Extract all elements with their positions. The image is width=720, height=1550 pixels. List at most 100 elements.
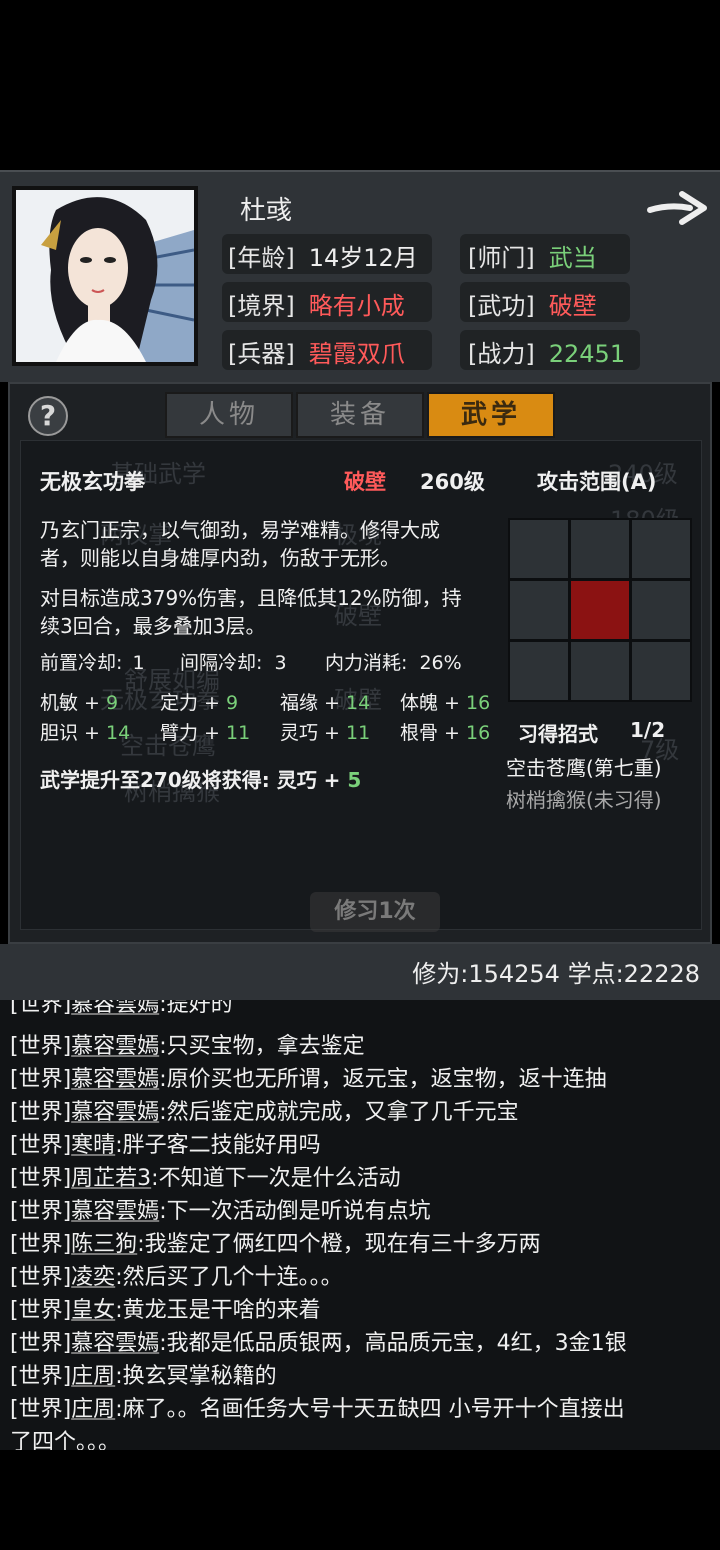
chat-sender[interactable]: 寒晴: [71, 1133, 115, 1158]
chat-message: [世界]凌奕:然后买了几个十连。。。: [10, 1259, 343, 1291]
chat-text: :然后买了几个十连。。。: [115, 1265, 343, 1290]
chat-channel: [世界]: [10, 1000, 72, 1017]
stat-value: 22451: [548, 340, 626, 368]
skill-level: 260级: [420, 470, 485, 494]
stat-value: 碧霞双爪: [308, 340, 405, 368]
attack-range-grid: [508, 518, 692, 702]
attr-value: 14: [346, 692, 371, 714]
chat-message: [世界]慕容雲嫣:下一次活动倒是听说有点坑: [10, 1193, 431, 1225]
cooldown-interval: 间隔冷却: 3: [180, 648, 287, 675]
chat-message: [世界]陈三狗:我鉴定了俩红四个橙，现在有三十多万两: [10, 1226, 541, 1258]
chat-sender[interactable]: 慕容雲嫣: [71, 1034, 159, 1059]
chat-text: :麻了。。名画任务大号十天五缺四 小号开十个直接出: [115, 1397, 625, 1422]
range-cell-target: [571, 581, 629, 639]
chat-sender[interactable]: 慕容雲嫣: [71, 1100, 159, 1125]
upgrade-reward: 武学提升至270级将获得: 灵巧 + 5: [40, 764, 361, 793]
skill-effect-line: 续3回合，最多叠加3层。: [40, 614, 266, 638]
attr-value: 16: [466, 692, 491, 714]
chat-channel: [世界]: [10, 1397, 72, 1422]
stat-sect: [师门] 武当: [468, 238, 597, 273]
chat-sender[interactable]: 慕容雲嫣: [71, 1331, 159, 1356]
stat-label: [师门]: [468, 244, 535, 272]
character-name: 杜彧: [240, 196, 293, 226]
tab-martial-arts[interactable]: 武学: [427, 392, 555, 438]
help-button[interactable]: ?: [28, 396, 68, 436]
chat-text: :换玄冥掌秘籍的: [115, 1364, 277, 1389]
attr-value: 9: [226, 692, 239, 714]
chat-sender[interactable]: 陈三狗: [71, 1232, 137, 1257]
cooldown-pre: 前置冷却: 1: [40, 648, 145, 675]
chat-sender[interactable]: 皇女: [71, 1298, 115, 1323]
range-cell: [510, 581, 568, 639]
attr-name: 胆识: [40, 722, 79, 744]
chat-message: [世界]皇女:黄龙玉是干啥的来着: [10, 1292, 321, 1324]
attr-bonus: 机敏 + 9: [40, 692, 119, 714]
chat-sender[interactable]: 慕容雲嫣: [71, 1000, 159, 1017]
arrow-right-icon[interactable]: [646, 188, 708, 228]
attr-bonus: 定力 + 9: [160, 692, 239, 714]
chat-sender[interactable]: 凌奕: [71, 1265, 115, 1290]
stat-value: 略有小成: [308, 292, 405, 320]
chat-channel: [世界]: [10, 1067, 72, 1092]
chat-sender[interactable]: 庄周: [71, 1364, 115, 1389]
chat-log[interactable]: [世界]慕容雲嫣:提好的 [世界]慕容雲嫣:只买宝物，拿去鉴定 [世界]慕容雲嫣…: [0, 1000, 720, 1450]
chat-text: :原价买也无所谓，返元宝，返宝物，返十连抽: [159, 1067, 607, 1092]
attr-value: 9: [106, 692, 119, 714]
stat-label: [年龄]: [228, 244, 295, 272]
attr-name: 定力: [160, 692, 199, 714]
attr-name: 体魄: [400, 692, 439, 714]
chat-channel: [世界]: [10, 1034, 72, 1059]
stat-value: 破壁: [548, 292, 597, 320]
range-cell: [632, 520, 690, 578]
upgrade-reward-text: 武学提升至270级将获得: 灵巧 +: [40, 768, 348, 792]
range-cell: [510, 520, 568, 578]
attr-name: 灵巧: [280, 722, 319, 744]
attr-value: 16: [466, 722, 491, 744]
cooldown-pre-label: 前置冷却:: [40, 652, 123, 674]
chat-sender[interactable]: 周芷若3: [71, 1166, 151, 1191]
attack-range-title: 攻击范围(A): [537, 470, 657, 494]
character-portrait[interactable]: [12, 186, 198, 366]
cultivation-points: 修为:154254 学点:22228: [412, 960, 700, 988]
character-card: 杜彧 [年龄] 14岁12月 [师门] 武当 [境界] 略有小成 [武功] 破壁 [兵器…: [0, 170, 720, 382]
chat-text: :我都是低品质银两，高品质元宝，4红，3金1银: [159, 1331, 627, 1356]
chat-message: [世界]慕容雲嫣:然后鉴定成就完成，又拿了几千元宝: [10, 1094, 519, 1126]
range-cell: [571, 520, 629, 578]
chat-message: [世界]慕容雲嫣:只买宝物，拿去鉴定: [10, 1028, 365, 1060]
skill-realm: 破壁: [344, 470, 386, 494]
tab-character[interactable]: 人物: [165, 392, 293, 438]
stat-martial: [武功] 破壁: [468, 286, 597, 321]
chat-channel: [世界]: [10, 1298, 72, 1323]
chat-channel: [世界]: [10, 1364, 72, 1389]
practice-button[interactable]: 修习1次: [310, 892, 440, 932]
attr-value: 11: [346, 722, 371, 744]
chat-sender[interactable]: 庄周: [71, 1397, 115, 1422]
chat-sender[interactable]: 慕容雲嫣: [71, 1067, 159, 1092]
chat-text: :黄龙玉是干啥的来着: [115, 1298, 321, 1323]
chat-text: :胖子客二技能好用吗: [115, 1133, 321, 1158]
chat-channel: [世界]: [10, 1265, 72, 1290]
tab-equipment[interactable]: 装备: [296, 392, 424, 438]
mp-cost: 内力消耗: 26%: [325, 648, 462, 675]
range-cell: [632, 642, 690, 700]
chat-channel: [世界]: [10, 1100, 72, 1125]
stat-label: [境界]: [228, 292, 295, 320]
skill-name: 无极玄功拳: [40, 470, 145, 494]
range-cell: [510, 642, 568, 700]
chat-text: :然后鉴定成就完成，又拿了几千元宝: [159, 1100, 519, 1125]
attr-name: 根骨: [400, 722, 439, 744]
chat-channel: [世界]: [10, 1166, 72, 1191]
chat-message: [世界]周芷若3:不知道下一次是什么活动: [10, 1160, 401, 1192]
cooldown-pre-value: 1: [132, 652, 145, 674]
attr-bonus: 体魄 + 16: [400, 692, 491, 714]
attr-name: 机敏: [40, 692, 79, 714]
attr-bonus: 福缘 + 14: [280, 692, 371, 714]
range-cell: [571, 642, 629, 700]
attr-value: 14: [106, 722, 131, 744]
chat-sender[interactable]: 慕容雲嫣: [71, 1199, 159, 1224]
stat-weapon: [兵器] 碧霞双爪: [228, 334, 405, 369]
chat-message: 了四个。。。: [10, 1424, 120, 1450]
chat-message: [世界]慕容雲嫣:我都是低品质银两，高品质元宝，4红，3金1银: [10, 1325, 627, 1357]
chat-text: :我鉴定了俩红四个橙，现在有三十多万两: [137, 1232, 541, 1257]
stat-realm: [境界] 略有小成: [228, 286, 405, 321]
